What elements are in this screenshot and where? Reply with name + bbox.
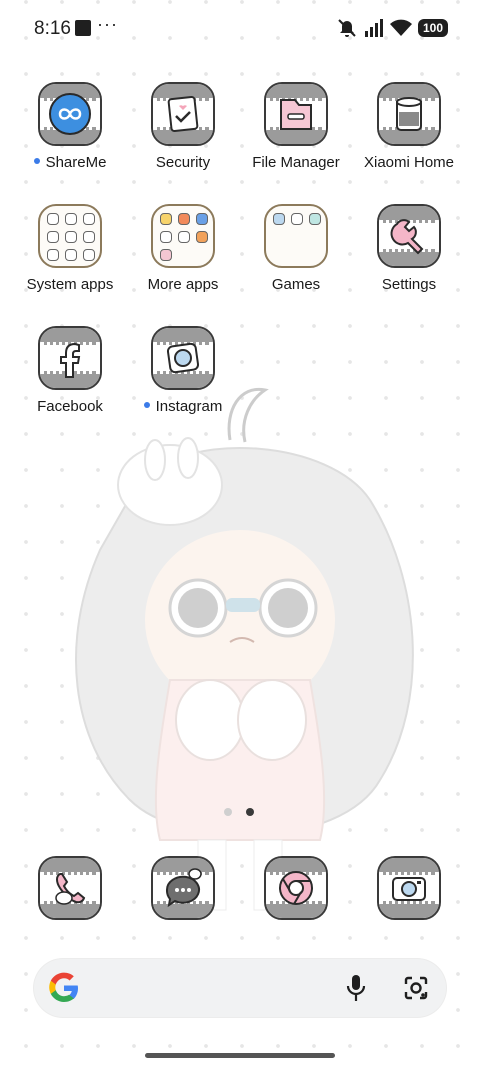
cellular-signal-icon (364, 19, 383, 37)
dock-camera[interactable] (349, 856, 469, 920)
new-install-dot (33, 158, 40, 165)
app-settings[interactable]: Settings (349, 204, 469, 293)
camera-icon (377, 856, 441, 920)
mic-icon[interactable] (346, 974, 366, 1002)
dock-chrome[interactable] (236, 856, 356, 920)
folder-system-apps[interactable]: System apps (10, 204, 130, 293)
app-xiaomi-home[interactable]: Xiaomi Home (349, 82, 469, 171)
app-label: Xiaomi Home (363, 154, 455, 171)
app-facebook[interactable]: Facebook (10, 326, 130, 415)
status-icons: 100 (336, 16, 448, 40)
app-instagram[interactable]: Instagram (123, 326, 243, 415)
folder-icon (151, 204, 215, 268)
xiaomi-home-icon (377, 82, 441, 146)
shareme-icon (38, 82, 102, 146)
app-shareme[interactable]: ShareMe (10, 82, 130, 171)
messages-icon (151, 856, 215, 920)
folder-icon (38, 204, 102, 268)
app-label: ShareMe (10, 154, 130, 171)
notification-square-icon (75, 20, 91, 36)
mute-vibrate-icon (338, 19, 356, 37)
google-logo-icon (49, 972, 78, 1002)
file-manager-icon (264, 82, 328, 146)
google-search-bar[interactable] (34, 959, 446, 1017)
dock-messages[interactable] (123, 856, 243, 920)
folder-icon (264, 204, 328, 268)
new-install-dot (143, 402, 150, 409)
app-label: More apps (147, 276, 219, 293)
settings-icon (377, 204, 441, 268)
page-dot-1[interactable] (224, 808, 232, 816)
security-icon (151, 82, 215, 146)
google-lens-icon[interactable] (402, 974, 430, 1002)
app-label: File Manager (252, 154, 340, 171)
chrome-icon (264, 856, 328, 920)
more-notifications-icon: ··· (97, 14, 118, 34)
folder-games[interactable]: Games (236, 204, 356, 293)
app-file-manager[interactable]: File Manager (236, 82, 356, 171)
app-security[interactable]: Security (123, 82, 243, 171)
app-label: System apps (26, 276, 114, 293)
status-bar: 8:16 ··· 100 (0, 0, 480, 56)
clock: 8:16 (34, 18, 71, 39)
app-label: Games (271, 276, 321, 293)
app-label: Facebook (37, 398, 103, 415)
wifi-icon (389, 19, 412, 36)
facebook-icon (38, 326, 102, 390)
page-dot-2-active[interactable] (246, 808, 254, 816)
app-label: Security (155, 154, 211, 171)
phone-icon (38, 856, 102, 920)
instagram-icon (151, 326, 215, 390)
battery-icon: 100 (417, 19, 448, 37)
page-indicator[interactable] (224, 808, 254, 816)
dock-phone[interactable] (10, 856, 130, 920)
gesture-nav-handle[interactable] (145, 1053, 335, 1058)
folder-more-apps[interactable]: More apps (123, 204, 243, 293)
app-label: Settings (381, 276, 437, 293)
app-label: Instagram (123, 398, 243, 415)
